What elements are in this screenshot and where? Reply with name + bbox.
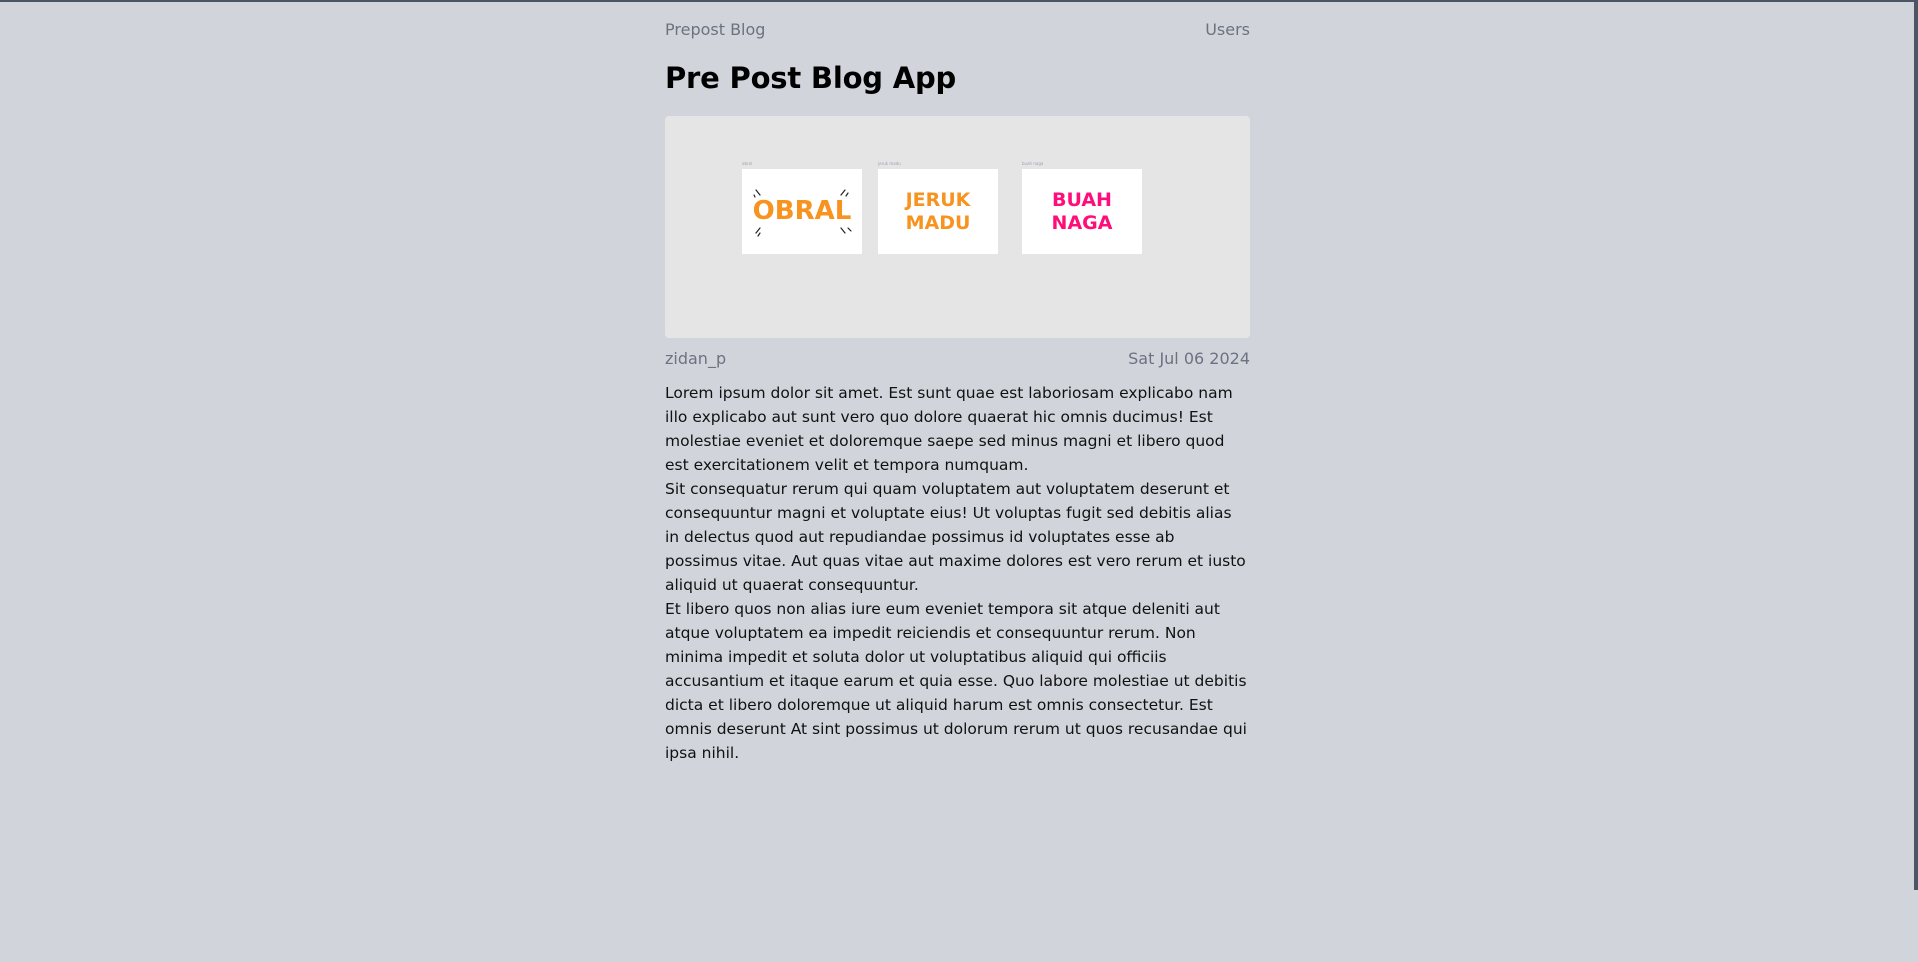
- users-link[interactable]: Users: [1205, 18, 1250, 42]
- scrollbar[interactable]: [1914, 2, 1918, 890]
- card-line: JERUK: [905, 188, 971, 211]
- top-nav: Prepost Blog Users: [665, 18, 1250, 42]
- post-date: Sat Jul 06 2024: [1128, 349, 1250, 368]
- post-paragraph: Et libero quos non alias iure eum evenie…: [665, 600, 1247, 762]
- card-line: BUAH: [1052, 188, 1112, 211]
- card-line: OBRAL: [752, 196, 852, 226]
- hero-card-buah-naga: BUAH NAGA: [1022, 169, 1142, 254]
- post-author: zidan_p: [665, 349, 727, 368]
- hero-card-obral: OBRAL: [742, 169, 862, 254]
- card-label-jeruk-madu: jeruk madu: [878, 161, 901, 166]
- card-label-obral: obral: [742, 161, 753, 166]
- card-text-jeruk-madu: JERUK MADU: [878, 169, 998, 254]
- post-body: Lorem ipsum dolor sit amet. Est sunt qua…: [665, 381, 1250, 765]
- main-container: Prepost Blog Users Pre Post Blog App obr…: [665, 0, 1250, 765]
- hero-card-jeruk-madu: JERUK MADU: [878, 169, 998, 254]
- card-label-buah-naga: buah naga: [1022, 161, 1044, 166]
- post-meta: zidan_p Sat Jul 06 2024: [665, 349, 1250, 369]
- card-text-buah-naga: BUAH NAGA: [1022, 169, 1142, 254]
- post-paragraph: Sit consequatur rerum qui quam voluptate…: [665, 480, 1246, 594]
- card-line: MADU: [905, 211, 971, 234]
- card-text-obral: OBRAL: [742, 169, 862, 254]
- card-line: NAGA: [1051, 211, 1113, 234]
- post-hero-image: obral OBRAL jeruk madu JERUK MADU buah n…: [665, 116, 1250, 338]
- brand-link[interactable]: Prepost Blog: [665, 18, 765, 42]
- post-paragraph: Lorem ipsum dolor sit amet. Est sunt qua…: [665, 384, 1233, 474]
- page-title: Pre Post Blog App: [665, 61, 957, 95]
